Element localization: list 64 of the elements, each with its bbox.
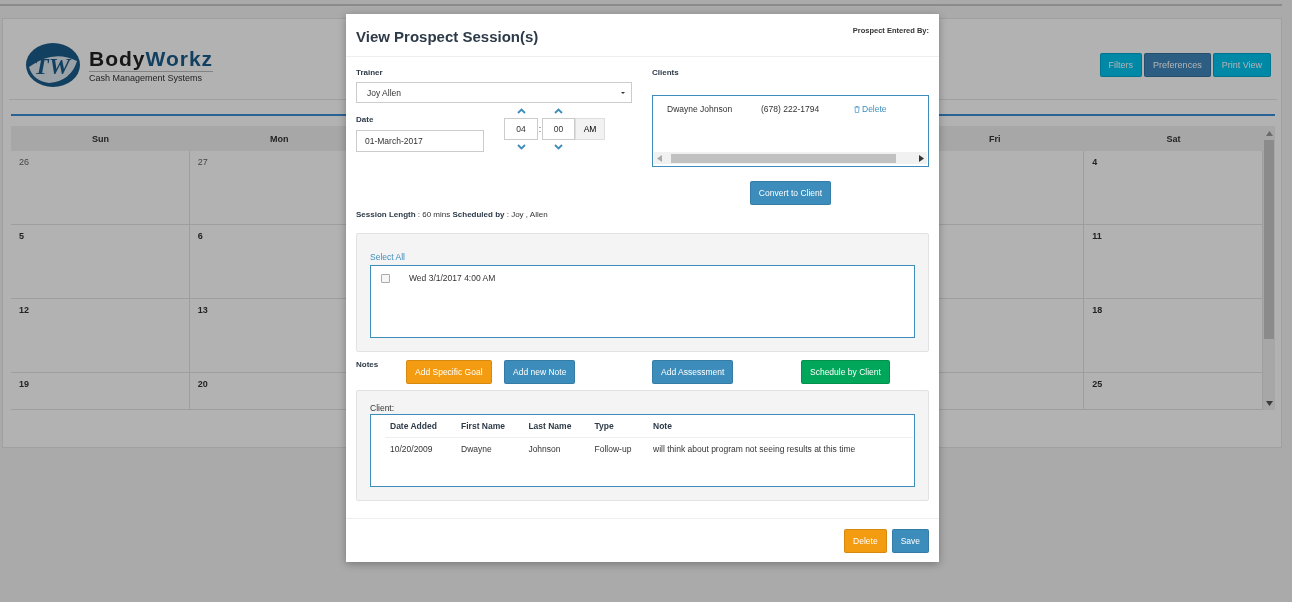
convert-button[interactable]: Convert to Client: [749, 181, 832, 205]
time-separator: :: [538, 124, 542, 134]
delete-link[interactable]: Delete: [854, 104, 887, 114]
date-number: 4: [1092, 157, 1098, 167]
chevron-up-icon[interactable]: [554, 108, 563, 114]
modal-title: View Prospect Session(s): [356, 28, 539, 47]
calendar-cell[interactable]: 19: [11, 373, 190, 410]
minute-field[interactable]: 00: [542, 118, 575, 140]
chevron-down-icon[interactable]: [554, 144, 563, 150]
brand-tagline: Cash Management Systems: [89, 71, 214, 83]
session-label: Wed 3/1/2017 4:00 AM: [409, 273, 496, 283]
trainer-select[interactable]: Joy Allen: [356, 82, 632, 103]
horizontal-scrollbar[interactable]: [654, 152, 927, 164]
table-cell: Follow-up: [589, 437, 648, 460]
date-label: Date: [356, 115, 375, 124]
scroll-right-icon[interactable]: [919, 154, 924, 162]
clients-label: Clients: [652, 68, 680, 77]
chevron-up-icon[interactable]: [516, 108, 526, 114]
date-number: 19: [19, 379, 29, 389]
client-phone: (678) 222-1794: [761, 104, 821, 114]
table-cell: Johnson: [523, 437, 590, 460]
date-number: 27: [197, 157, 208, 167]
table-cell: Dwayne: [456, 437, 524, 460]
footer-button[interactable]: Save: [891, 528, 929, 553]
calendar-cell[interactable]: 26: [11, 151, 190, 225]
notes-action-button[interactable]: Add new Note: [504, 360, 576, 384]
scrollbar[interactable]: [1263, 126, 1275, 410]
chevron-down-icon[interactable]: [516, 144, 526, 150]
column-header: Date Added: [385, 415, 457, 438]
date-number: 18: [1092, 305, 1103, 315]
column-header: First Name: [456, 415, 524, 438]
date-number: 20: [197, 379, 208, 389]
meridiem-toggle[interactable]: AM: [575, 118, 605, 140]
select-all-link[interactable]: Select All: [370, 252, 405, 262]
date-number: 13: [197, 305, 208, 315]
client-name: Dwayne Johnson: [667, 104, 734, 114]
column-header: Last Name: [523, 415, 590, 438]
brand-name: BodyWorkz: [89, 47, 214, 71]
trainer-label: Trainer: [356, 68, 384, 77]
date-number: 25: [1092, 379, 1103, 389]
scroll-left-icon[interactable]: [657, 154, 662, 162]
notes-action-button[interactable]: Add Assessment: [652, 360, 734, 384]
calendar-cell[interactable]: 12: [11, 299, 190, 373]
column-header: Note: [648, 415, 913, 438]
date-number: 11: [1092, 231, 1102, 241]
table-cell: 10/20/2009: [385, 437, 457, 460]
trash-icon: [854, 105, 860, 113]
date-number: 6: [197, 231, 203, 241]
checkbox[interactable]: [381, 273, 390, 283]
table-cell: will think about program not seeing results at this time: [648, 437, 913, 460]
date-number: 26: [19, 157, 29, 167]
hour-field[interactable]: 04: [504, 118, 538, 140]
calendar-cell[interactable]: 5: [11, 225, 190, 299]
date-field[interactable]: 01-March-2017: [356, 130, 484, 152]
scroll-down-icon[interactable]: [1266, 401, 1273, 406]
weekday-header: Sat: [1084, 126, 1263, 151]
date-number: 5: [19, 231, 24, 241]
column-header: Type: [589, 415, 648, 438]
weekday-header: Sun: [11, 126, 190, 151]
caret-icon: [620, 90, 626, 95]
client-caption: Client:: [370, 403, 396, 413]
date-number: 12: [19, 305, 29, 315]
logo-icon: TW: [25, 41, 81, 89]
scroll-up-icon[interactable]: [1266, 131, 1273, 136]
